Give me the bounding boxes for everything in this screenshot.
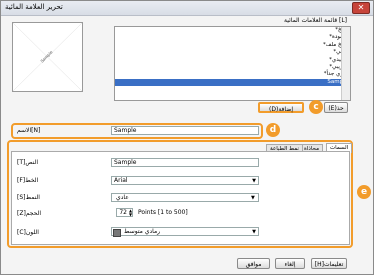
close-button[interactable]: ✕ xyxy=(352,2,370,14)
text-label: النص[T] xyxy=(17,159,39,166)
chevron-down-icon: ▼ xyxy=(252,178,256,184)
callout-c: c xyxy=(309,100,323,114)
size-label: الحجم[Z] xyxy=(17,210,42,217)
list-item[interactable]: سري جداً* xyxy=(115,71,350,78)
list-item[interactable]: تجريبي* xyxy=(115,64,350,71)
delete-button[interactable]: (E)حذ xyxy=(324,102,348,113)
name-label: الاسم[N] xyxy=(17,127,41,134)
spin-arrows-icon[interactable]: ▲ ▼ xyxy=(129,209,132,217)
list-item[interactable]: تمهيدي* xyxy=(115,57,350,64)
color-select[interactable]: رمادي متوسط ▼ xyxy=(111,227,259,236)
font-value: Arial xyxy=(114,177,128,184)
watermark-list[interactable]: نسخ* مسودة* نسخ ملف* نهائي* تمهيدي* تجري… xyxy=(114,26,351,101)
list-item[interactable]: نسخ ملف* xyxy=(115,42,350,49)
callout-d: d xyxy=(266,123,280,137)
color-swatch xyxy=(113,229,121,237)
list-item-selected[interactable]: Sample xyxy=(115,78,350,87)
size-units: Points [1 to 500] xyxy=(138,209,188,216)
color-value: رمادي متوسط xyxy=(124,228,161,235)
chevron-down-icon: ▼ xyxy=(252,229,256,235)
title-bar: تحرير العلامة المائية ✕ xyxy=(1,1,373,16)
style-value: عادي xyxy=(116,194,129,201)
chevron-down-icon: ▼ xyxy=(251,195,255,201)
list-scrollbar[interactable] xyxy=(341,27,350,100)
color-label: اللون[C] xyxy=(17,229,39,236)
name-input[interactable]: Sample xyxy=(111,126,259,135)
watermark-preview: Sample xyxy=(12,22,83,92)
dialog-title: تحرير العلامة المائية xyxy=(5,3,63,11)
font-select[interactable]: Arial ▼ xyxy=(111,176,259,185)
cancel-button[interactable]: إلغاء xyxy=(275,258,305,269)
list-item[interactable]: نسخ* xyxy=(115,27,350,34)
help-button[interactable]: [H]تعليمات xyxy=(311,258,347,269)
edit-watermark-dialog: تحرير العلامة المائية ✕ Sample [L] قائمة… xyxy=(0,0,374,275)
watermark-list-label: [L] قائمة العلامات المائية xyxy=(284,17,347,24)
style-label: النمط[S] xyxy=(17,194,40,201)
add-button[interactable]: (D)إضافة xyxy=(258,102,304,113)
style-select[interactable]: عادي ▼ xyxy=(111,193,259,202)
callout-e: e xyxy=(357,185,371,199)
ok-button[interactable]: موافق xyxy=(237,258,270,269)
font-label: الخط[F] xyxy=(17,177,39,184)
text-input[interactable]: Sample xyxy=(111,158,259,167)
list-item[interactable]: مسودة* xyxy=(115,34,350,41)
list-item[interactable]: نهائي* xyxy=(115,49,350,56)
